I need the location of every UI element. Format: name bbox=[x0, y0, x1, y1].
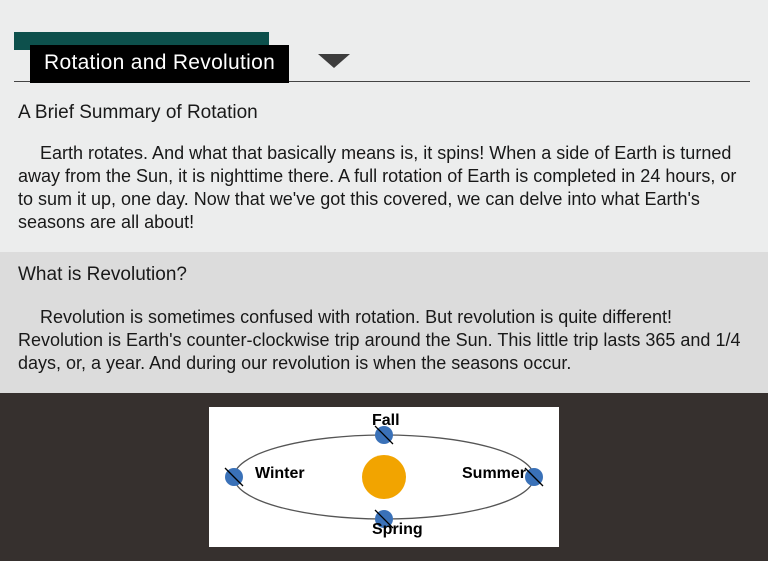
revolution-heading: What is Revolution? bbox=[18, 264, 746, 286]
rotation-section: A Brief Summary of Rotation Earth rotate… bbox=[0, 82, 768, 252]
label-summer: Summer bbox=[462, 465, 526, 483]
rotation-heading: A Brief Summary of Rotation bbox=[18, 102, 746, 124]
earth-winter bbox=[225, 468, 243, 486]
label-winter: Winter bbox=[255, 465, 305, 483]
label-spring: Spring bbox=[372, 521, 423, 539]
rotation-body: Earth rotates. And what that basically m… bbox=[18, 142, 746, 234]
revolution-body: Revolution is sometimes confused with ro… bbox=[18, 306, 746, 375]
diagram-area: Fall Winter Summer Spring bbox=[0, 393, 768, 561]
revolution-section: What is Revolution? Revolution is someti… bbox=[0, 252, 768, 393]
page-title: Rotation and Revolution bbox=[30, 45, 289, 83]
sun-icon bbox=[362, 455, 406, 499]
earth-summer bbox=[525, 468, 543, 486]
label-fall: Fall bbox=[372, 412, 400, 430]
chevron-down-icon[interactable] bbox=[318, 54, 350, 68]
seasons-diagram: Fall Winter Summer Spring bbox=[209, 407, 559, 547]
header: Rotation and Revolution bbox=[14, 32, 750, 82]
